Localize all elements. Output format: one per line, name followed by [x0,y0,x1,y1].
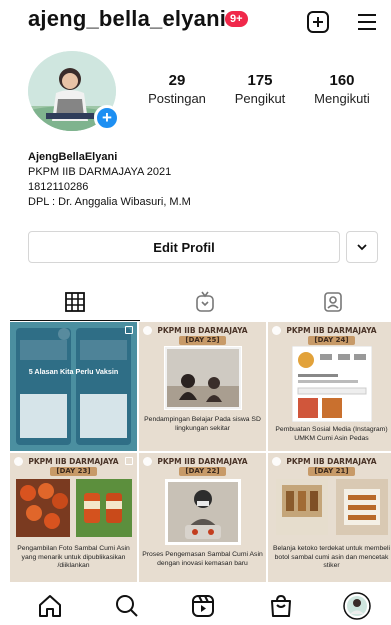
posts-label: Postingan [148,91,206,106]
post-header: PKPM IIB DARMAJAYA [DAY 24] [268,326,391,345]
tab-grid[interactable] [10,283,140,321]
post-thumbnail[interactable]: 5 Alasan Kita Perlu Vaksin [10,322,137,451]
nav-search-button[interactable] [112,591,142,621]
profile-avatar-icon [343,592,371,620]
profile-bio: AjengBellaElyani PKPM IIB DARMAJAYA 2021… [28,150,191,210]
tab-igtv[interactable] [140,283,270,321]
multi-post-icon [125,326,133,334]
chevron-down-icon [357,244,367,251]
bio-name: AjengBellaElyani [28,151,118,163]
tagged-person-icon [324,292,342,312]
post-thumbnail[interactable]: PKPM IIB DARMAJAYA [DAY 24] Pembuatan So… [268,322,391,451]
suggestions-dropdown-button[interactable] [346,231,378,263]
profile-tabs [0,283,391,321]
bio-line: PKPM IIB DARMAJAYA 2021 [28,166,172,178]
notification-badge[interactable]: 9+ [225,11,248,27]
add-story-button[interactable]: + [94,105,120,131]
post-caption: Pengambilan Foto Sambal Cumi Asin yang m… [17,545,130,569]
shopping-bag-icon [271,594,291,617]
post-header-text: PKPM IIB DARMAJAYA [157,326,248,335]
posts-count-stat[interactable]: 29 Postingan [147,72,207,106]
post-header: PKPM IIB DARMAJAYA [DAY 21] [268,457,391,476]
reels-icon [192,595,214,617]
post-thumbnail[interactable]: PKPM IIB DARMAJAYA [DAY 23] Pengambilan … [10,453,137,582]
plus-square-icon [307,11,329,33]
bio-line: 1812110286 [28,181,89,193]
post-header-text: PKPM IIB DARMAJAYA [28,457,119,466]
home-icon [39,595,61,617]
following-label: Mengikuti [314,91,370,106]
profile-avatar-wrap[interactable]: + [28,51,120,133]
post-day-label: [DAY 25] [179,336,226,345]
profile-username[interactable]: ajeng_bella_elyani [28,6,226,32]
post-header-text: PKPM IIB DARMAJAYA [286,326,377,335]
nav-reels-button[interactable] [188,591,218,621]
post-header: PKPM IIB DARMAJAYA [DAY 25] [139,326,266,345]
bottom-navigation [0,586,391,625]
bio-line: DPL : Dr. Anggalia Wibasuri, M.M [28,196,191,208]
followers-count-stat[interactable]: 175 Pengikut [231,72,289,106]
igtv-icon [196,291,214,312]
post-caption: Proses Pengemasan Sambal Cumi Asin denga… [142,551,263,567]
post-header: PKPM IIB DARMAJAYA [DAY 23] [10,457,137,476]
post-header: PKPM IIB DARMAJAYA [DAY 22] [139,457,266,476]
edit-profile-button[interactable]: Edit Profil [28,231,340,263]
post-header-text: PKPM IIB DARMAJAYA [286,457,377,466]
post-caption: Pendampingan Belajar Pada siswa SD lingk… [144,416,261,432]
followers-count: 175 [247,72,273,89]
search-icon [116,595,138,617]
post-thumbnail[interactable]: PKPM IIB DARMAJAYA [DAY 22] Proses Penge… [139,453,266,582]
nav-home-button[interactable] [35,591,65,621]
post-thumbnail[interactable]: PKPM IIB DARMAJAYA [DAY 21] Belanja keto… [268,453,391,582]
post-day-label: [DAY 23] [50,467,97,476]
tab-tagged[interactable] [268,283,391,321]
post-thumbnail[interactable]: PKPM IIB DARMAJAYA [DAY 25] Pendampingan… [139,322,266,451]
post-photo [16,479,132,537]
post-day-label: [DAY 22] [179,467,226,476]
following-count: 160 [329,72,355,89]
posts-grid: 5 Alasan Kita Perlu Vaksin PKPM IIB DARM… [10,322,391,582]
post-photo [164,346,242,410]
post-day-label: [DAY 21] [308,467,355,476]
top-bar: ajeng_bella_elyani 9+ [0,0,391,44]
posts-count: 29 [168,72,186,89]
grid-icon [65,292,85,312]
nav-profile-button[interactable] [342,591,372,621]
nav-shop-button[interactable] [266,591,296,621]
following-count-stat[interactable]: 160 Mengikuti [311,72,373,106]
create-post-button[interactable] [305,9,331,35]
post-photo [165,479,241,545]
post-photo [276,479,388,535]
post-day-label: [DAY 24] [308,336,355,345]
post-screenshot [292,346,372,422]
post-header-text: PKPM IIB DARMAJAYA [157,457,248,466]
followers-label: Pengikut [234,91,286,106]
post-image [10,322,137,451]
post-caption: Belanja ketoko terdekat untuk membeli bo… [272,545,391,569]
menu-button[interactable] [354,9,380,35]
post-caption: 5 Alasan Kita Perlu Vaksin [28,367,119,376]
post-caption: Pembuatan Sosial Media (Instagram) UMKM … [275,426,388,442]
hamburger-menu-icon [358,14,376,30]
